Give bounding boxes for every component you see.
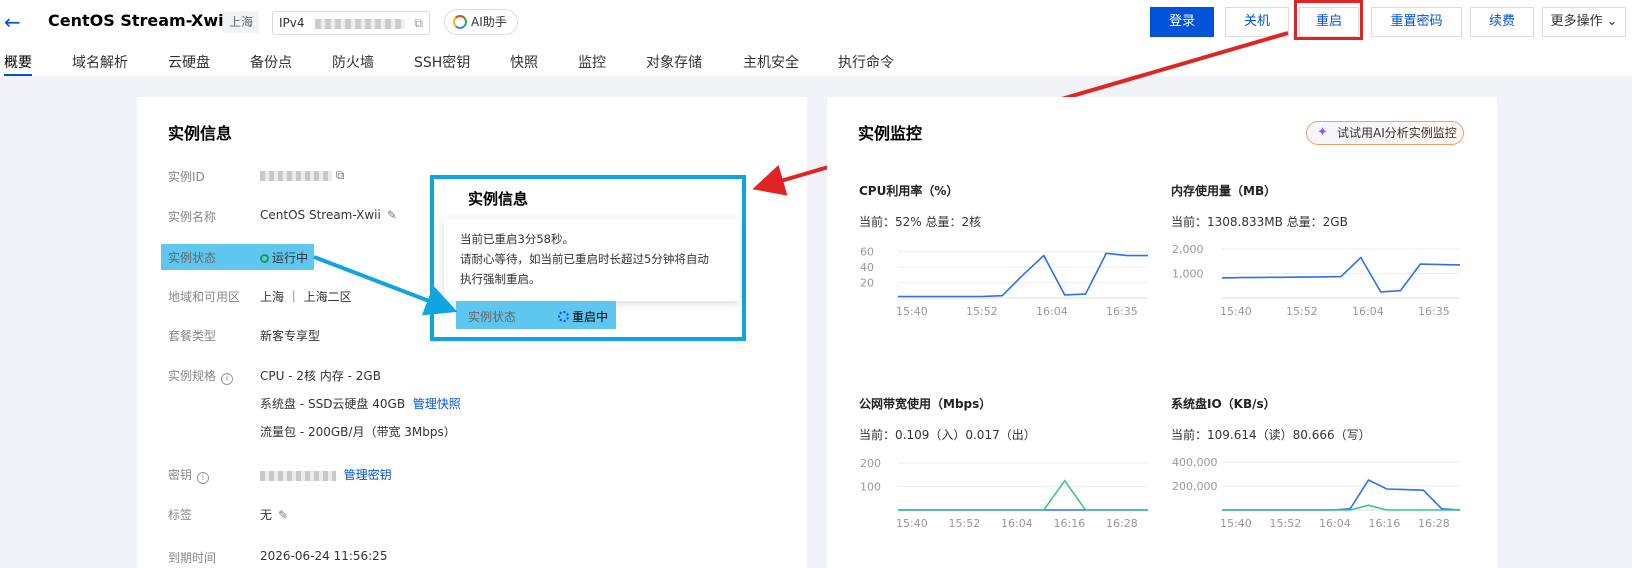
series-line (1222, 478, 1461, 511)
disk-io-chart: 200,000 400,000 15:40 15:52 16:04 16:16 16:28 (1172, 456, 1461, 530)
memory-current: 当前：1308.833MB 总量：2GB (1171, 215, 1348, 229)
ai-analyze-monitor-button[interactable]: ✦ 试试用AI分析实例监控 (1306, 121, 1464, 145)
y-tick-label: 2,000 (1172, 243, 1204, 256)
x-tick-label: 16:16 (1054, 517, 1086, 530)
series-line (898, 479, 1148, 511)
series-line (1222, 504, 1460, 511)
bandwidth-chart-title: 公网带宽使用（Mbps） (859, 397, 992, 411)
x-tick-label: 15:40 (1220, 517, 1252, 530)
bandwidth-chart: 100 200 15:40 15:52 16:04 16:16 16:28 (860, 457, 1148, 530)
y-tick-label: 20 (860, 277, 874, 290)
x-tick-label: 15:52 (966, 305, 998, 318)
x-tick-label: 16:28 (1106, 517, 1138, 530)
cpu-chart-title: CPU利用率（%） (859, 184, 959, 198)
y-tick-label: 200,000 (1172, 480, 1218, 493)
disk-io-current: 当前：109.614（读）80.666（写） (1171, 428, 1371, 442)
x-tick-label: 16:04 (1352, 305, 1384, 318)
x-tick-label: 15:52 (1270, 517, 1302, 530)
series-line (1221, 256, 1461, 293)
memory-chart-title: 内存使用量（MB） (1171, 184, 1277, 198)
y-tick-label: 1,000 (1172, 267, 1204, 280)
x-tick-label: 16:16 (1369, 517, 1401, 530)
cpu-chart: 20 40 60 15:40 15:52 16:04 16:35 (860, 246, 1148, 318)
y-tick-label: 40 (860, 261, 874, 274)
cpu-current: 当前：52% 总量：2核 (859, 215, 982, 229)
memory-chart: 1,000 2,000 15:40 15:52 16:04 16:35 (1172, 243, 1461, 318)
instance-monitor-title: 实例监控 (858, 124, 923, 143)
x-tick-label: 15:52 (949, 517, 981, 530)
x-tick-label: 15:40 (1220, 305, 1252, 318)
x-tick-label: 16:35 (1106, 305, 1138, 318)
y-tick-label: 60 (860, 246, 874, 259)
x-tick-label: 16:04 (1001, 517, 1033, 530)
y-tick-label: 200 (860, 457, 881, 470)
series-line (898, 252, 1148, 298)
x-tick-label: 16:04 (1319, 517, 1351, 530)
x-tick-label: 15:52 (1286, 305, 1318, 318)
x-tick-label: 16:04 (1036, 305, 1068, 318)
sparkle-icon: ✦ (1317, 125, 1328, 140)
ai-analyze-label: 试试用AI分析实例监控 (1337, 126, 1457, 140)
x-tick-label: 15:40 (896, 517, 928, 530)
x-tick-label: 16:28 (1418, 517, 1450, 530)
x-tick-label: 16:35 (1418, 305, 1450, 318)
bandwidth-current: 当前：0.109（入）0.017（出） (859, 428, 1036, 442)
disk-io-chart-title: 系统盘IO（KB/s） (1171, 397, 1276, 411)
y-tick-label: 400,000 (1172, 456, 1218, 469)
x-tick-label: 15:40 (896, 305, 928, 318)
blue-annotation-arrow (313, 255, 458, 316)
y-tick-label: 100 (860, 481, 881, 494)
